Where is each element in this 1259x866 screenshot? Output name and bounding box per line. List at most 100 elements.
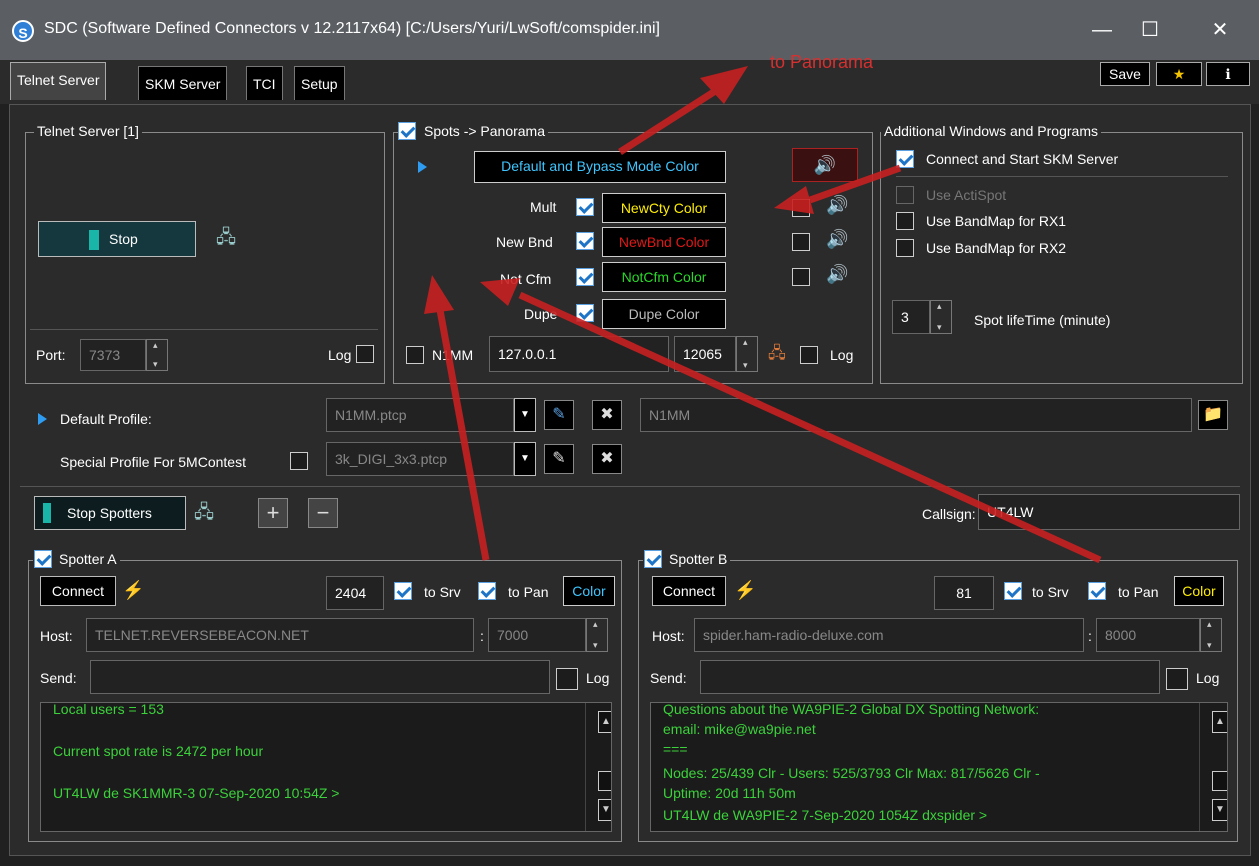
delete-special-profile-icon[interactable]: ✖ (592, 444, 622, 474)
scroll-down-icon[interactable]: ▼ (598, 799, 611, 821)
spotter-a-send-field[interactable] (90, 660, 550, 694)
special-profile-select[interactable]: 3k_DIGI_3x3.ptcp (326, 442, 514, 476)
spotter-b-connect-button[interactable]: Connect (652, 576, 726, 606)
spotter-a-to-srv-checkbox[interactable] (394, 582, 412, 600)
open-folder-icon[interactable]: 📁 (1198, 400, 1228, 430)
default-profile-select[interactable]: N1MM.ptcp (326, 398, 514, 432)
spotter-a-checkbox[interactable] (34, 550, 52, 568)
use-actispot-checkbox[interactable] (896, 186, 914, 204)
spotter-b-log-checkbox[interactable] (1166, 668, 1188, 690)
scroll-thumb[interactable] (1212, 771, 1227, 791)
scroll-down-icon[interactable]: ▼ (1212, 799, 1227, 821)
spotter-b-to-srv-checkbox[interactable] (1004, 582, 1022, 600)
newbnd-color-button[interactable]: NewBnd Color (602, 227, 726, 257)
expand-arrow-icon[interactable] (418, 161, 427, 173)
scroll-up-icon[interactable]: ▲ (1212, 711, 1227, 733)
spotter-a-port-field[interactable]: 7000 (488, 618, 586, 652)
spotter-b-scrollbar[interactable]: ▲ ▼ (1199, 703, 1227, 831)
maximize-button[interactable]: ☐ (1130, 14, 1170, 46)
n1mm-log-checkbox[interactable] (800, 346, 818, 364)
profile-expand-icon[interactable] (38, 413, 47, 425)
n1mm-checkbox[interactable] (406, 346, 424, 364)
connect-skm-checkbox[interactable] (896, 150, 914, 168)
edit-profile-icon[interactable]: ✎ (544, 400, 574, 430)
notcfm-checkbox[interactable] (576, 268, 594, 286)
special-profile-checkbox[interactable] (290, 452, 308, 470)
newbnd-speaker-icon[interactable]: 🔊 (826, 229, 848, 250)
stop-server-button[interactable]: Stop (38, 221, 196, 257)
spotter-b-checkbox[interactable] (644, 550, 662, 568)
scroll-thumb[interactable] (598, 771, 611, 791)
default-color-button[interactable]: Default and Bypass Mode Color (474, 151, 726, 183)
spotter-b-port-spinner[interactable] (1200, 618, 1222, 652)
bandmap-rx1-checkbox[interactable] (896, 212, 914, 230)
n1mm-network-icon[interactable]: 🖧 (768, 342, 786, 369)
spotter-b-colon: : (1088, 628, 1092, 644)
star-icon[interactable]: ★ (1156, 62, 1202, 86)
spotter-b-to-pan-checkbox[interactable] (1088, 582, 1106, 600)
dupe-checkbox[interactable] (576, 304, 594, 322)
spotter-a-connect-button[interactable]: Connect (40, 576, 116, 606)
use-actispot-label: Use ActiSpot (926, 187, 1007, 203)
port-field[interactable]: 7373 (80, 339, 146, 371)
spotter-b-send-field[interactable] (700, 660, 1160, 694)
spotter-a-log-checkbox[interactable] (556, 668, 578, 690)
newbnd-checkbox[interactable] (576, 232, 594, 250)
stop-spotters-button[interactable]: Stop Spotters (34, 496, 186, 530)
scroll-up-icon[interactable]: ▲ (598, 711, 611, 733)
lifetime-spinner[interactable] (930, 300, 952, 334)
n1mm-label: N1MM (432, 347, 474, 363)
notcfm-color-button[interactable]: NotCfm Color (602, 262, 726, 292)
spotters-network-icon[interactable]: 🖧 (194, 500, 214, 530)
mult-checkbox[interactable] (576, 198, 594, 216)
callsign-field[interactable]: UT4LW (978, 494, 1240, 530)
bandmap-rx2-checkbox[interactable] (896, 239, 914, 257)
spotter-a-scrollbar[interactable]: ▲ ▼ (585, 703, 611, 831)
spotter-b-port-field[interactable]: 8000 (1096, 618, 1200, 652)
help-book-icon[interactable]: ℹ (1206, 62, 1250, 86)
spotter-a-host-field[interactable]: TELNET.REVERSEBEACON.NET (86, 618, 474, 652)
remove-spotter-button[interactable]: − (308, 498, 338, 528)
lifetime-field[interactable]: 3 (892, 300, 930, 334)
telnet-log-checkbox[interactable] (356, 345, 374, 363)
default-profile-dropdown-icon[interactable]: ▼ (514, 398, 536, 432)
tab-tci[interactable]: TCI (246, 66, 283, 100)
spotter-a-plug-icon[interactable]: ⚡ (122, 580, 144, 601)
stop-indicator (89, 230, 99, 250)
spots-panorama-checkbox[interactable] (398, 122, 416, 140)
dupe-color-button[interactable]: Dupe Color (602, 299, 726, 329)
spotter-b-to-srv-label: to Srv (1032, 584, 1069, 600)
profile-name-field[interactable]: N1MM (640, 398, 1192, 432)
notcfm-sound-checkbox[interactable] (792, 268, 810, 286)
newcty-color-button[interactable]: NewCty Color (602, 193, 726, 223)
network-icon[interactable]: 🖧 (216, 225, 236, 255)
spotter-a-color-button[interactable]: Color (563, 576, 615, 606)
n1mm-ip-field[interactable]: 127.0.0.1 (489, 336, 669, 372)
minimize-button[interactable]: — (1082, 14, 1122, 46)
spotter-b-host-field[interactable]: spider.ham-radio-deluxe.com (694, 618, 1084, 652)
edit-special-profile-icon[interactable]: ✎ (544, 444, 574, 474)
notcfm-speaker-icon[interactable]: 🔊 (826, 264, 848, 285)
add-spotter-button[interactable]: + (258, 498, 288, 528)
speaker-main-icon[interactable]: 🔊 (792, 148, 858, 182)
spotter-a-number-field[interactable]: 2404 (326, 576, 384, 610)
newbnd-sound-checkbox[interactable] (792, 233, 810, 251)
port-spinner[interactable] (146, 339, 168, 371)
spotter-a-port-spinner[interactable] (586, 618, 608, 652)
mult-sound-checkbox[interactable] (792, 199, 810, 217)
tab-telnet-server[interactable]: Telnet Server (10, 62, 107, 100)
mult-speaker-icon[interactable]: 🔊 (826, 195, 848, 216)
telnet-server-group: Telnet Server [1] Stop 🖧 Port: 7373 Log (25, 123, 385, 384)
spotter-b-number-field[interactable]: 81 (934, 576, 994, 610)
n1mm-port-spinner[interactable] (736, 336, 758, 372)
spotter-b-plug-icon[interactable]: ⚡ (734, 580, 756, 601)
n1mm-port-field[interactable]: 12065 (674, 336, 736, 372)
tab-setup[interactable]: Setup (294, 66, 345, 100)
delete-profile-icon[interactable]: ✖ (592, 400, 622, 430)
save-button[interactable]: Save (1100, 62, 1150, 86)
special-profile-dropdown-icon[interactable]: ▼ (514, 442, 536, 476)
close-button[interactable]: ✕ (1200, 14, 1240, 46)
spotter-b-color-button[interactable]: Color (1174, 576, 1224, 606)
tab-skm-server[interactable]: SKM Server (138, 66, 228, 100)
spotter-a-to-pan-checkbox[interactable] (478, 582, 496, 600)
